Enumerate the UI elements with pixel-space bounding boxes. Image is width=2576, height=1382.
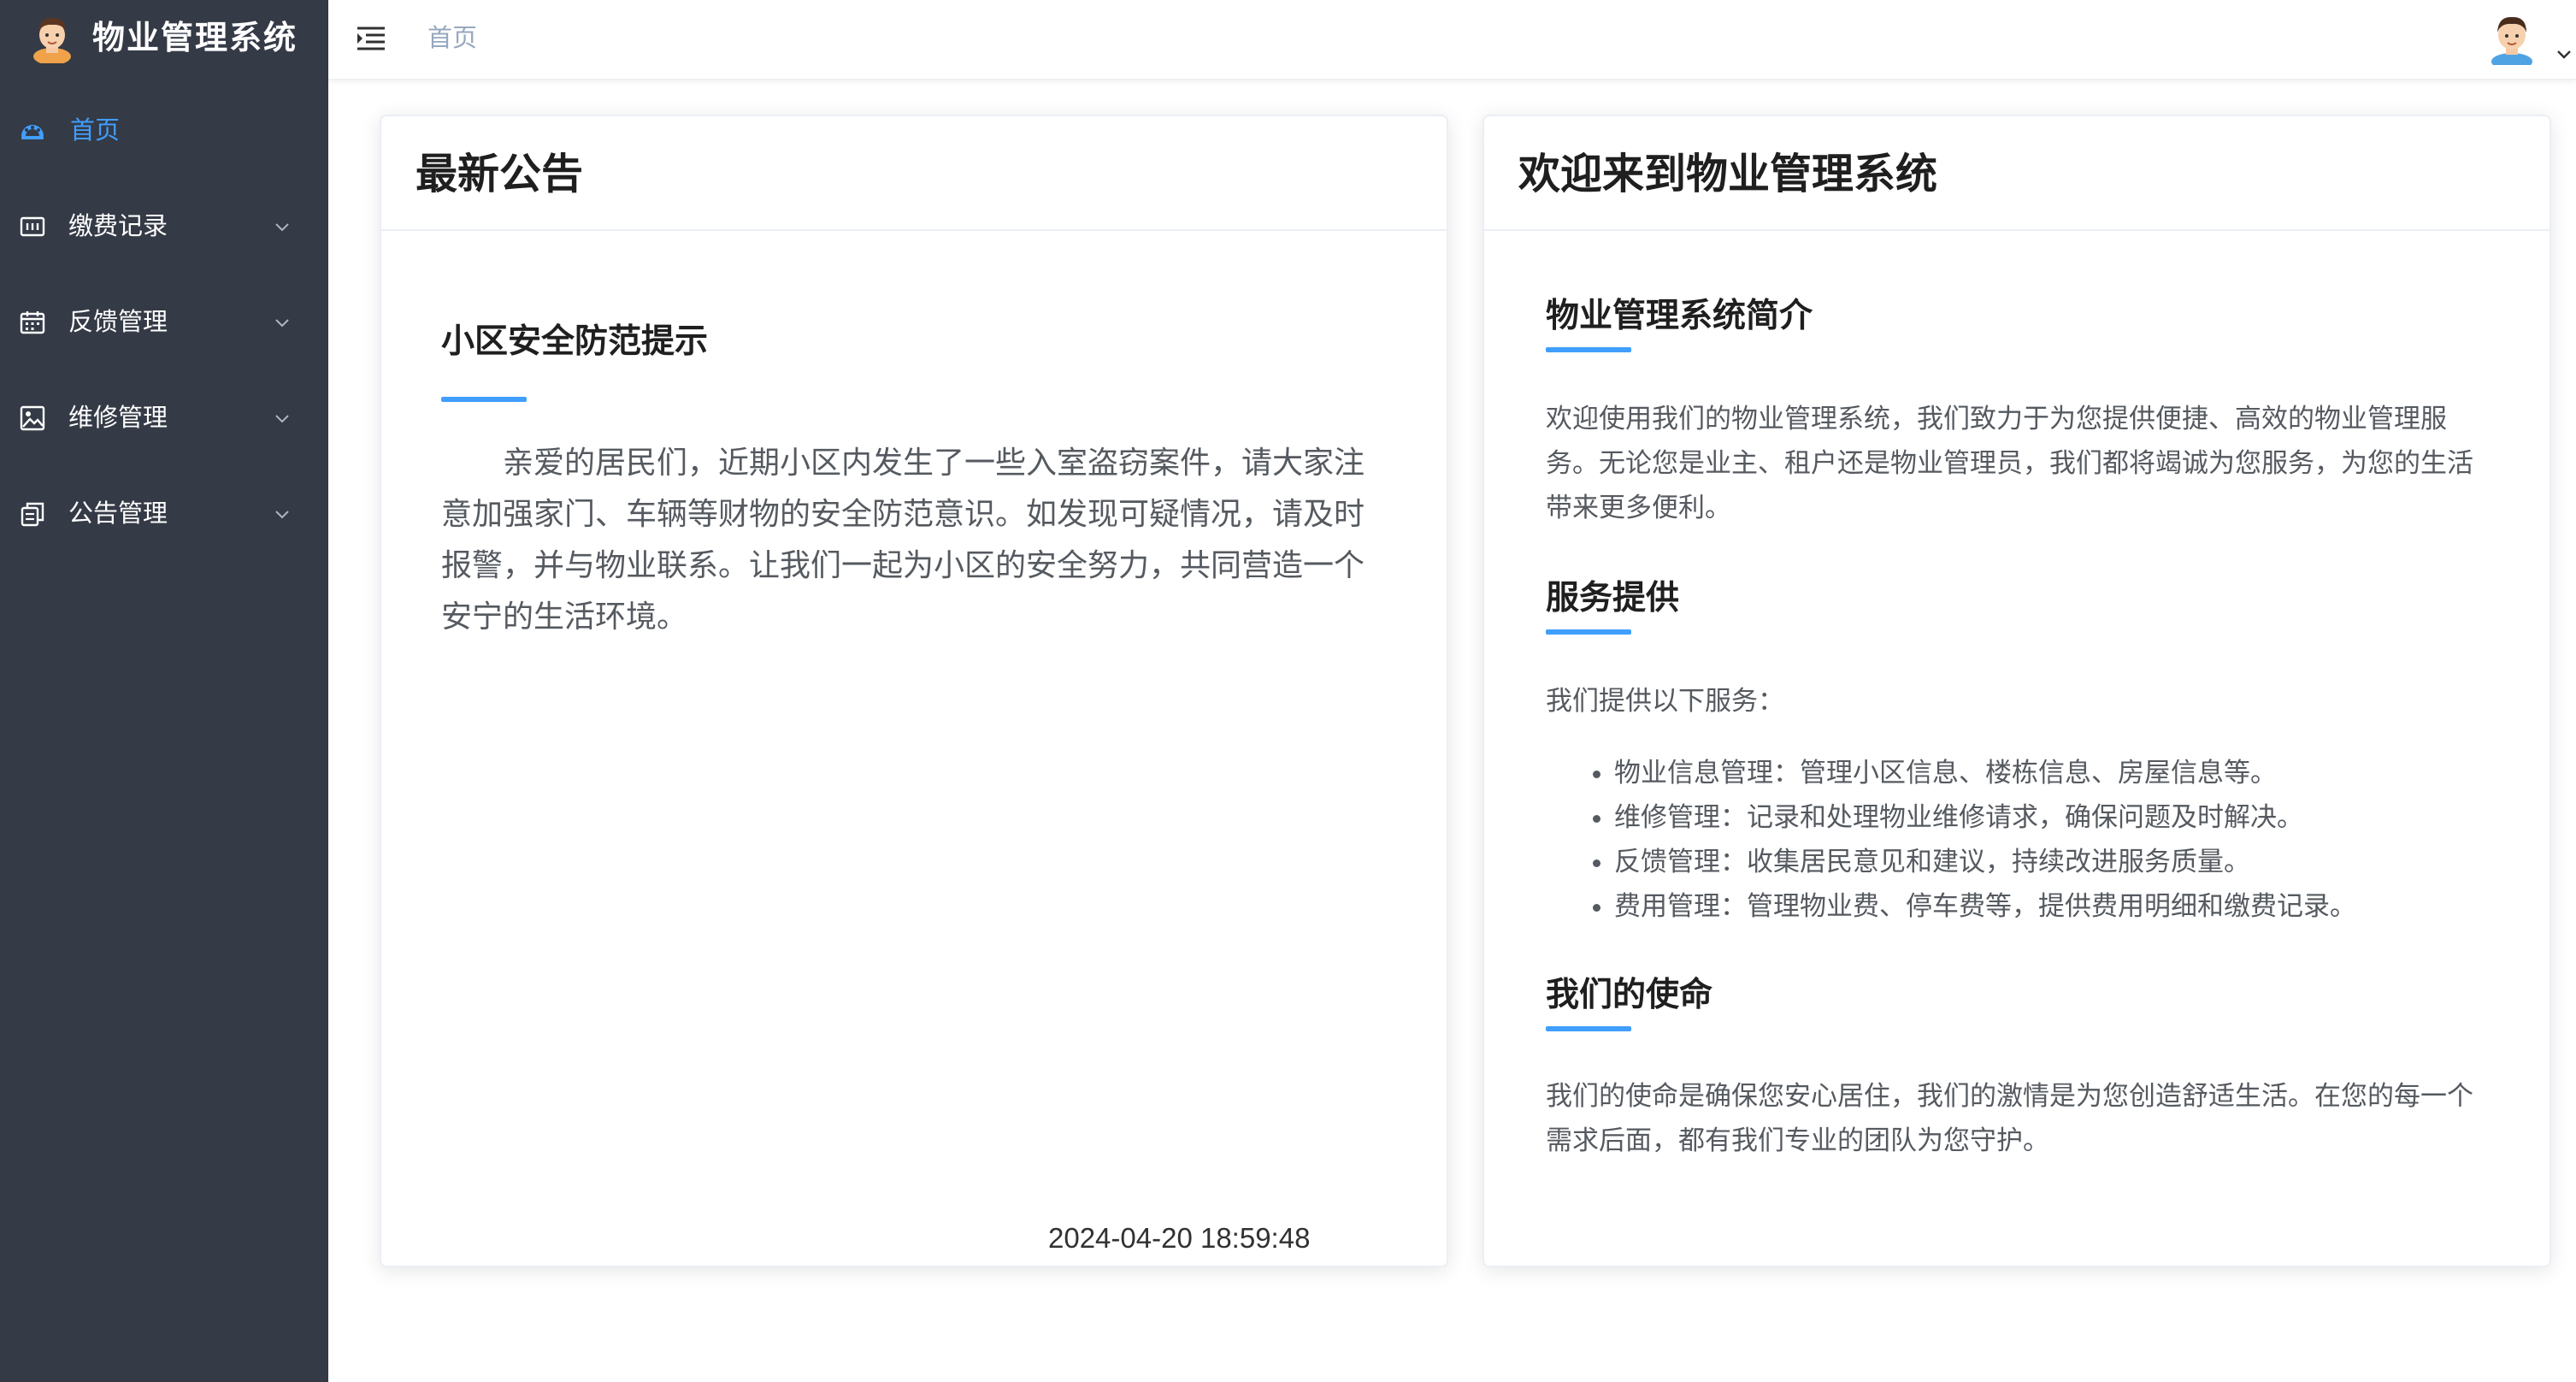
list-item: 维修管理：记录和处理物业维修请求，确保问题及时解决。 <box>1614 795 2495 840</box>
sidebar-item-label: 缴费记录 <box>68 211 168 240</box>
latest-notice-card: 最新公告 小区安全防范提示 亲爱的居民们，近期小区内发生了一些入室盗窃案件，请大… <box>380 115 1448 1267</box>
list-item: 费用管理：管理物业费、停车费等，提供费用明细和缴费记录。 <box>1614 884 2495 929</box>
sidebar-item-label: 反馈管理 <box>68 307 168 336</box>
sidebar-item-label: 首页 <box>70 115 121 145</box>
title-underline <box>1546 629 1631 635</box>
image-icon <box>20 405 45 431</box>
card-header: 最新公告 <box>381 116 1447 231</box>
app-title: 物业管理系统 <box>92 19 298 56</box>
chevron-down-icon <box>275 319 289 328</box>
card-title: 最新公告 <box>416 150 584 198</box>
brand: 物业管理系统 <box>0 0 328 77</box>
title-underline <box>1546 347 1631 352</box>
sidebar-item-label: 公告管理 <box>68 499 168 528</box>
breadcrumb[interactable]: 首页 <box>427 21 477 55</box>
chevron-down-icon <box>275 415 289 423</box>
title-underline <box>441 397 527 402</box>
notice-timestamp: 2024-04-20 18:59:48 <box>1048 1222 1311 1254</box>
mission-title: 我们的使命 <box>1546 976 1713 1014</box>
sidebar-item-label: 维修管理 <box>68 403 168 432</box>
card-title: 欢迎来到物业管理系统 <box>1518 150 1938 198</box>
sidebar-item-home[interactable]: 首页 <box>0 82 328 178</box>
document-copy-icon <box>21 502 44 527</box>
dashboard-icon <box>21 125 44 139</box>
card-header: 欢迎来到物业管理系统 <box>1484 116 2549 231</box>
list-item: 反馈管理：收集居民意见和建议，持续改进服务质量。 <box>1614 840 2495 884</box>
intro-title: 物业管理系统简介 <box>1546 297 1813 335</box>
notice-body: 亲爱的居民们，近期小区内发生了一些入室盗窃案件，请大家注意加强家门、车辆等财物的… <box>441 446 1365 635</box>
sidebar-item-repairs[interactable]: 维修管理 <box>0 369 328 465</box>
services-intro: 我们提供以下服务： <box>1546 686 1784 717</box>
list-item: 物业信息管理：管理小区信息、楼栋信息、房屋信息等。 <box>1614 751 2495 795</box>
sidebar-item-announcements[interactable]: 公告管理 <box>0 465 328 561</box>
menu-fold-icon[interactable] <box>356 24 386 51</box>
calendar-icon <box>20 311 45 334</box>
intro-text: 欢迎使用我们的物业管理系统，我们致力于为您提供便捷、高效的物业管理服务。无论您是… <box>1546 404 2473 523</box>
logo-avatar-icon <box>33 17 71 63</box>
services-title: 服务提供 <box>1546 579 1680 617</box>
mission-text: 我们的使命是确保您安心居住，我们的激情是为您创造舒适生活。在您的每一个需求后面，… <box>1546 1081 2473 1156</box>
services-list: 物业信息管理：管理小区信息、楼栋信息、房屋信息等。 维修管理：记录和处理物业维修… <box>1546 751 2495 929</box>
sidebar-menu: 首页 缴费记录 反馈管理 维修管理 公告管理 <box>0 82 328 561</box>
welcome-card: 欢迎来到物业管理系统 物业管理系统简介 欢迎使用我们的物业管理系统，我们致力于为… <box>1483 115 2551 1267</box>
sidebar-item-payment-records[interactable]: 缴费记录 <box>0 178 328 274</box>
sidebar-item-feedback[interactable]: 反馈管理 <box>0 274 328 369</box>
chevron-down-icon <box>275 223 289 232</box>
title-underline <box>1546 1026 1631 1031</box>
sidebar: 物业管理系统 首页 缴费记录 反馈管理 维修管理 公告管理 <box>0 0 328 1382</box>
notice-title: 小区安全防范提示 <box>441 322 709 361</box>
user-avatar-icon[interactable] <box>2488 12 2536 65</box>
top-navbar: 首页 <box>328 0 2576 80</box>
chevron-down-icon <box>275 511 289 519</box>
payment-record-icon <box>20 216 45 237</box>
caret-down-icon[interactable] <box>2555 44 2573 63</box>
